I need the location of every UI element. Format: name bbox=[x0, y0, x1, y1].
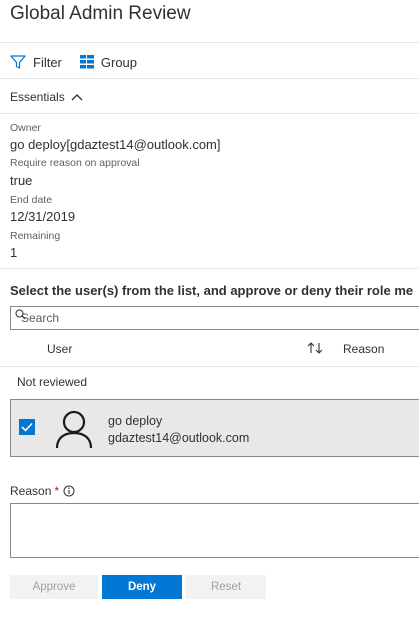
essentials-label: Essentials bbox=[10, 90, 65, 104]
filter-label: Filter bbox=[33, 54, 62, 70]
reason-textarea[interactable] bbox=[10, 503, 419, 558]
group-icon bbox=[79, 55, 94, 69]
require-reason-value: true bbox=[10, 173, 33, 188]
require-reason-label: Require reason on approval bbox=[10, 157, 140, 169]
group-label: Group bbox=[100, 54, 138, 70]
column-header-reason[interactable]: Reason bbox=[343, 342, 384, 356]
info-icon[interactable] bbox=[63, 485, 75, 497]
divider bbox=[0, 366, 419, 367]
page-title: Global Admin Review bbox=[10, 3, 191, 24]
filter-button[interactable]: Filter bbox=[10, 54, 62, 70]
reset-button[interactable]: Reset bbox=[186, 575, 266, 599]
filter-icon bbox=[10, 55, 26, 69]
table-row[interactable]: go deploy gdaztest14@outlook.com bbox=[10, 399, 419, 457]
remaining-value: 1 bbox=[10, 245, 18, 260]
essentials-toggle[interactable]: Essentials bbox=[10, 90, 83, 104]
reason-label-text: Reason bbox=[10, 484, 52, 498]
divider bbox=[0, 113, 419, 114]
end-date-value: 12/31/2019 bbox=[10, 209, 76, 224]
group-button[interactable]: Group bbox=[79, 54, 138, 70]
group-header-not-reviewed: Not reviewed bbox=[17, 375, 88, 389]
remaining-label: Remaining bbox=[10, 230, 61, 242]
checkmark-icon bbox=[21, 422, 33, 432]
chevron-up-icon bbox=[71, 94, 83, 101]
divider bbox=[0, 268, 419, 269]
user-avatar-icon bbox=[55, 410, 93, 449]
sort-icon[interactable] bbox=[307, 341, 325, 355]
user-name: go deploy bbox=[108, 414, 163, 428]
user-email: gdaztest14@outlook.com bbox=[108, 431, 250, 445]
divider bbox=[0, 42, 419, 43]
divider bbox=[0, 78, 419, 79]
toolbar: Filter Group bbox=[10, 52, 155, 72]
required-marker: * bbox=[54, 484, 60, 498]
search-box bbox=[10, 306, 419, 330]
row-checkbox[interactable] bbox=[19, 419, 35, 435]
deny-button[interactable]: Deny bbox=[102, 575, 182, 599]
column-header-user[interactable]: User bbox=[47, 342, 72, 356]
search-input[interactable] bbox=[11, 311, 419, 325]
end-date-label: End date bbox=[10, 194, 53, 206]
approve-button[interactable]: Approve bbox=[10, 575, 98, 599]
search-icon bbox=[15, 309, 26, 320]
reason-label: Reason * bbox=[10, 484, 75, 498]
owner-value: go deploy[gdaztest14@outlook.com] bbox=[10, 137, 221, 152]
review-instructions: Select the user(s) from the list, and ap… bbox=[10, 283, 414, 298]
owner-label: Owner bbox=[10, 122, 41, 134]
